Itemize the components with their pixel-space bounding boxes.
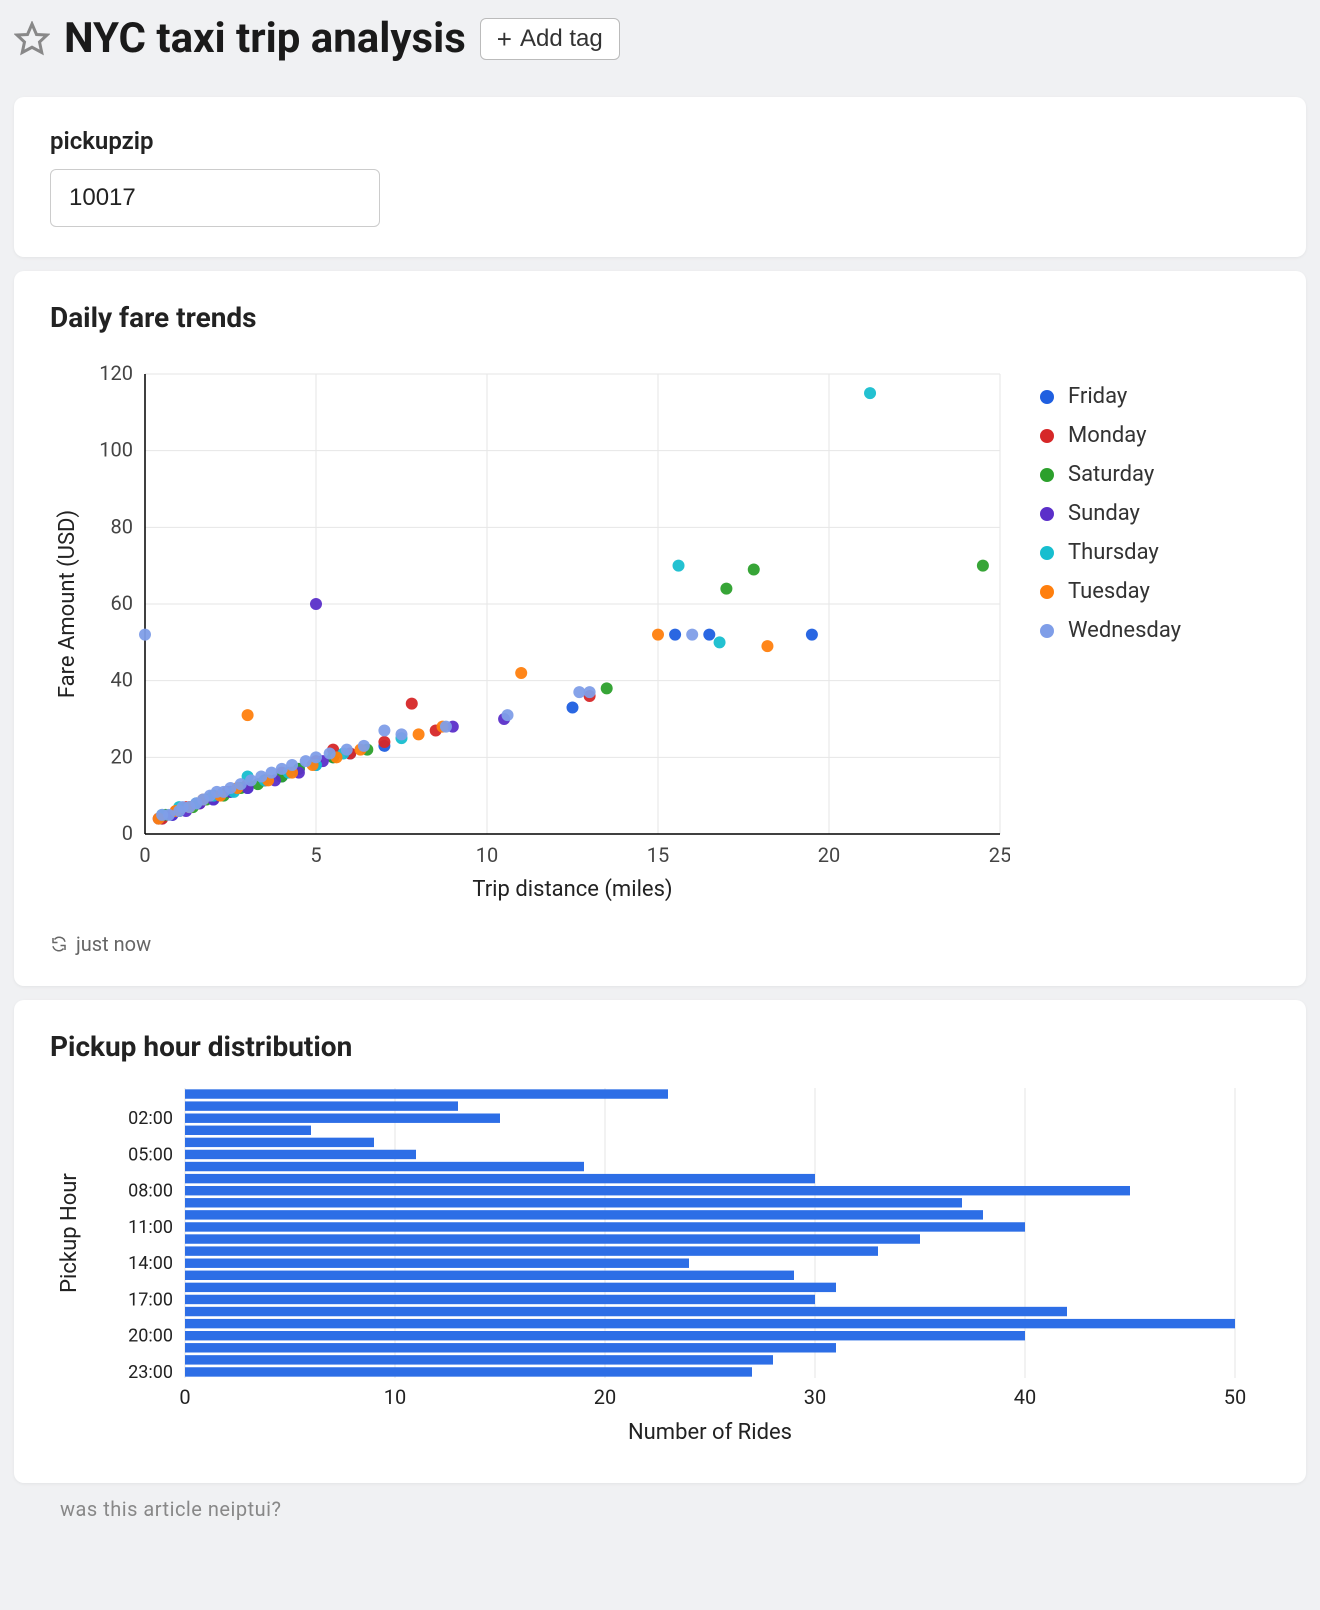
bar-card: Pickup hour distribution 0 10 20 30 40 50 02:0… xyxy=(14,1000,1306,1483)
svg-text:23:00: 23:00 xyxy=(128,1362,173,1383)
legend-label: Saturday xyxy=(1068,462,1154,487)
svg-text:20:00: 20:00 xyxy=(128,1326,173,1347)
legend-item[interactable]: Tuesday xyxy=(1040,579,1181,604)
svg-text:5: 5 xyxy=(310,843,321,867)
legend-label: Sunday xyxy=(1068,501,1140,526)
svg-text:100: 100 xyxy=(99,438,133,462)
svg-text:10: 10 xyxy=(476,843,498,867)
legend-label: Tuesday xyxy=(1068,579,1150,604)
svg-text:10: 10 xyxy=(384,1385,406,1409)
add-tag-label: Add tag xyxy=(520,25,603,53)
svg-text:30: 30 xyxy=(804,1385,826,1409)
scatter-card: Daily fare trends 0 5 10 15 20 25 0 20 40 60 80 100… xyxy=(14,271,1306,986)
legend-label: Monday xyxy=(1068,423,1147,448)
svg-text:14:00: 14:00 xyxy=(128,1253,173,1274)
refresh-icon[interactable] xyxy=(50,935,68,953)
filter-label: pickupzip xyxy=(50,127,1270,155)
legend-item[interactable]: Thursday xyxy=(1040,540,1181,565)
bar-plot: 0 10 20 30 40 50 02:00 05:00 08:00 11:00 14:00 17:0… xyxy=(50,1083,1250,1453)
star-icon[interactable] xyxy=(14,21,50,57)
page-title: NYC taxi trip analysis xyxy=(64,14,466,63)
svg-text:120: 120 xyxy=(99,361,133,385)
legend-item[interactable]: Friday xyxy=(1040,384,1181,409)
add-tag-button[interactable]: + Add tag xyxy=(480,18,620,60)
legend-dot-icon xyxy=(1040,624,1054,638)
svg-text:20: 20 xyxy=(594,1385,616,1409)
scatter-plot: 0 5 10 15 20 25 0 20 40 60 80 100 120 Trip distance (… xyxy=(50,354,1010,914)
legend-item[interactable]: Monday xyxy=(1040,423,1181,448)
svg-text:80: 80 xyxy=(111,514,133,538)
filter-card: pickupzip xyxy=(14,97,1306,257)
svg-text:0: 0 xyxy=(139,843,150,867)
svg-text:11:00: 11:00 xyxy=(128,1217,173,1238)
svg-text:40: 40 xyxy=(111,668,133,692)
svg-text:05:00: 05:00 xyxy=(128,1144,173,1165)
svg-text:02:00: 02:00 xyxy=(128,1108,173,1129)
legend-item[interactable]: Wednesday xyxy=(1040,618,1181,643)
legend-dot-icon xyxy=(1040,468,1054,482)
legend-label: Wednesday xyxy=(1068,618,1181,643)
legend-dot-icon xyxy=(1040,429,1054,443)
svg-text:0: 0 xyxy=(122,821,133,845)
svg-text:25: 25 xyxy=(989,843,1010,867)
legend-label: Friday xyxy=(1068,384,1127,409)
legend-item[interactable]: Saturday xyxy=(1040,462,1181,487)
svg-text:40: 40 xyxy=(1014,1385,1036,1409)
svg-text:17:00: 17:00 xyxy=(128,1289,173,1310)
svg-text:Pickup Hour: Pickup Hour xyxy=(57,1173,82,1293)
svg-text:Fare Amount (USD): Fare Amount (USD) xyxy=(55,510,80,698)
svg-text:08:00: 08:00 xyxy=(128,1181,173,1202)
legend-dot-icon xyxy=(1040,390,1054,404)
status-row: just now xyxy=(50,932,1270,956)
svg-text:20: 20 xyxy=(111,744,133,768)
status-text: just now xyxy=(76,932,151,956)
svg-text:Number of Rides: Number of Rides xyxy=(628,1420,792,1445)
svg-text:0: 0 xyxy=(179,1385,190,1409)
legend-label: Thursday xyxy=(1068,540,1159,565)
svg-text:50: 50 xyxy=(1224,1385,1246,1409)
scatter-legend: Friday Monday Saturday Sunday Thursday Tuesda… xyxy=(1040,354,1181,643)
pickupzip-input[interactable] xyxy=(50,169,380,227)
plus-icon: + xyxy=(497,26,512,52)
legend-item[interactable]: Sunday xyxy=(1040,501,1181,526)
legend-dot-icon xyxy=(1040,507,1054,521)
svg-text:Trip distance (miles): Trip distance (miles) xyxy=(472,877,672,902)
page-header: NYC taxi trip analysis + Add tag xyxy=(0,0,1320,83)
cutoff-text: was this article neiptui? xyxy=(60,1497,1320,1521)
legend-dot-icon xyxy=(1040,585,1054,599)
svg-text:20: 20 xyxy=(818,843,840,867)
svg-text:15: 15 xyxy=(647,843,669,867)
scatter-title: Daily fare trends xyxy=(50,301,1270,334)
legend-dot-icon xyxy=(1040,546,1054,560)
bar-title: Pickup hour distribution xyxy=(50,1030,1270,1063)
svg-text:60: 60 xyxy=(111,591,133,615)
